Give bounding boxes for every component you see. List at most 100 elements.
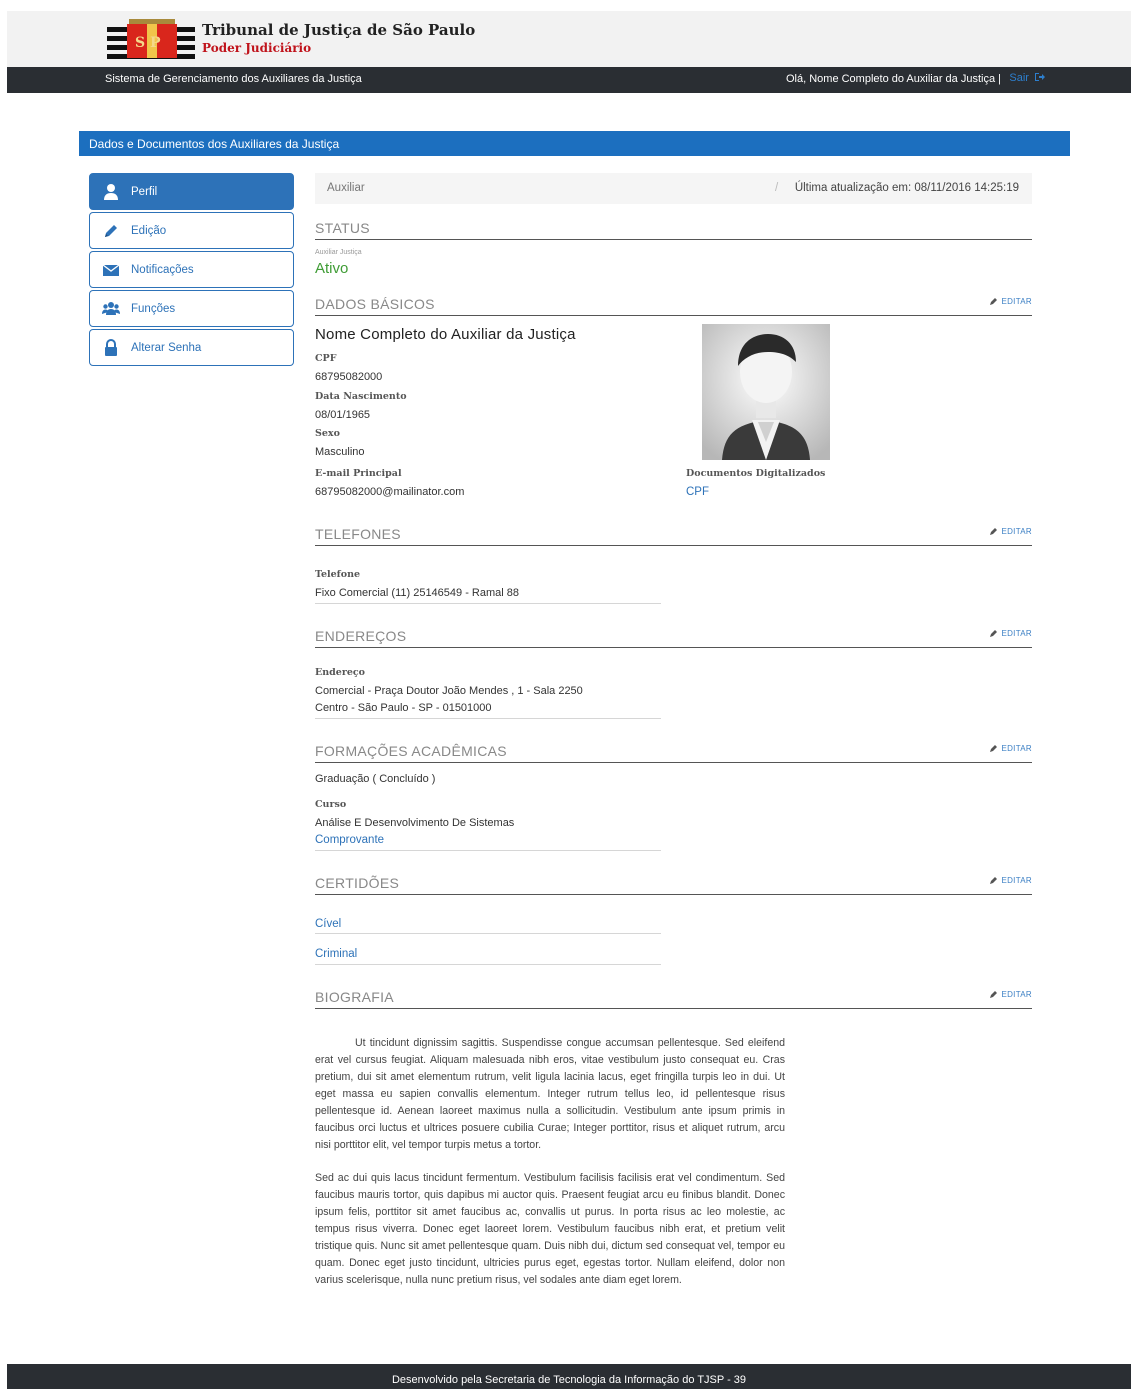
logout-label[interactable]: Sair [1009, 72, 1029, 84]
education-proof-link[interactable]: Comprovante [315, 834, 384, 846]
certificates-section-header: CERTIDÕES EDITAR [315, 873, 1032, 895]
sex-value: Masculino [315, 446, 365, 458]
biography-section-header: BIOGRAFIA EDITAR [315, 987, 1032, 1009]
section-heading: DADOS BÁSICOS [315, 296, 435, 312]
user-greeting: Olá, Nome Completo do Auxiliar da Justiç… [785, 73, 1001, 85]
section-title-bar: Dados e Documentos dos Auxiliares da Jus… [79, 131, 1070, 156]
section-heading: CERTIDÕES [315, 875, 400, 891]
edit-label: EDITAR [1001, 297, 1032, 306]
sidebar-item-label: Perfil [131, 186, 158, 198]
pencil-icon [105, 225, 117, 237]
svg-text:S P: S P [135, 35, 161, 51]
divider [315, 850, 661, 851]
biography-text: Ut tincidunt dignissim sagittis. Suspend… [315, 1035, 785, 1289]
sidebar-item-edicao[interactable]: Edição [89, 212, 294, 249]
breadcrumb-separator: / [775, 182, 779, 194]
site-header: S P Tribunal de Justiça de São Paulo Pod… [7, 11, 1131, 67]
pencil-icon [990, 630, 998, 637]
pencil-icon [990, 991, 998, 998]
address-line-2: Centro - São Paulo - SP - 01501000 [315, 702, 492, 714]
edit-certificates-button[interactable]: EDITAR [990, 876, 1032, 885]
cpf-label: CPF [315, 353, 337, 364]
pencil-icon [990, 298, 998, 305]
divider [315, 603, 661, 604]
cpf-document-link[interactable]: CPF [686, 486, 709, 498]
section-heading: FORMAÇÕES ACADÊMICAS [315, 743, 507, 759]
users-icon [102, 302, 120, 315]
email-value: 68795082000@mailinator.com [315, 486, 465, 498]
top-nav-bar: Sistema de Gerenciamento dos Auxiliares … [7, 67, 1131, 93]
address-line-1: Comercial - Praça Doutor João Mendes , 1… [315, 685, 583, 697]
edit-education-button[interactable]: EDITAR [990, 744, 1032, 753]
sidebar-item-label: Alterar Senha [131, 342, 202, 354]
edit-label: EDITAR [1001, 876, 1032, 885]
section-heading: TELEFONES [315, 526, 401, 542]
site-footer: Desenvolvido pela Secretaria de Tecnolog… [7, 1364, 1131, 1389]
edit-addresses-button[interactable]: EDITAR [990, 629, 1032, 638]
sidebar-item-perfil[interactable]: Perfil [89, 173, 294, 210]
section-heading: ENDEREÇOS [315, 628, 407, 644]
divider [315, 933, 661, 934]
last-updated: Última atualização em: 08/11/2016 14:25:… [794, 182, 1019, 194]
sidebar-item-funcoes[interactable]: Funções [89, 290, 294, 327]
pencil-icon [990, 745, 998, 752]
footer-text: Desenvolvido pela Secretaria de Tecnolog… [391, 1374, 747, 1386]
address-label: Endereço [315, 667, 366, 678]
biography-paragraph: Sed ac dui quis lacus tincidunt fermentu… [315, 1172, 785, 1286]
birth-date-label: Data Nascimento [315, 391, 407, 402]
full-name: Nome Completo do Auxiliar da Justiça [315, 326, 576, 343]
edit-label: EDITAR [1001, 629, 1032, 638]
certificate-civil-link[interactable]: Cível [315, 918, 341, 930]
status-value: Ativo [315, 260, 349, 277]
sidebar-item-alterar-senha[interactable]: Alterar Senha [89, 329, 294, 366]
envelope-icon [102, 264, 120, 276]
system-name: Sistema de Gerenciamento dos Auxiliares … [105, 73, 362, 85]
education-section-header: FORMAÇÕES ACADÊMICAS EDITAR [315, 741, 1032, 763]
phone-value: Fixo Comercial (11) 25146549 - Ramal 88 [315, 587, 519, 599]
edit-label: EDITAR [1001, 527, 1032, 536]
user-icon [104, 184, 118, 200]
edit-biography-button[interactable]: EDITAR [990, 990, 1032, 999]
edit-phones-button[interactable]: EDITAR [990, 527, 1032, 536]
sex-label: Sexo [315, 428, 340, 439]
email-label: E-mail Principal [315, 468, 402, 479]
profile-photo [702, 324, 830, 460]
pencil-icon [990, 877, 998, 884]
birth-date-value: 08/01/1965 [315, 409, 371, 421]
edit-label: EDITAR [1001, 744, 1032, 753]
breadcrumb-current: Auxiliar [327, 182, 365, 194]
logout-link[interactable]: Sair [1009, 72, 1045, 84]
addresses-section-header: ENDEREÇOS EDITAR [315, 626, 1032, 648]
lock-icon [105, 339, 117, 356]
sidebar-item-label: Funções [131, 303, 176, 315]
breadcrumb: Auxiliar / Última atualização em: 08/11/… [315, 173, 1032, 204]
section-title: Dados e Documentos dos Auxiliares da Jus… [89, 137, 340, 151]
section-heading: BIOGRAFIA [315, 989, 394, 1005]
brand-subtitle: Poder Judiciário [202, 41, 312, 55]
tjsp-logo[interactable]: S P [107, 19, 195, 61]
cpf-value: 68795082000 [315, 371, 383, 383]
phones-section-header: TELEFONES EDITAR [315, 524, 1032, 546]
divider [315, 718, 661, 719]
sign-out-icon[interactable] [1034, 72, 1045, 82]
status-label: Auxiliar Justiça [315, 249, 362, 256]
education-level: Graduação ( Concluído ) [315, 773, 436, 785]
sidebar-menu: Perfil Edição Notificações Funções Alter… [89, 173, 294, 368]
course-label: Curso [315, 799, 347, 810]
sidebar-item-notificacoes[interactable]: Notificações [89, 251, 294, 288]
edit-label: EDITAR [1001, 990, 1032, 999]
edit-basic-data-button[interactable]: EDITAR [990, 297, 1032, 306]
sidebar-item-label: Edição [131, 225, 167, 237]
course-value: Análise E Desenvolvimento De Sistemas [315, 817, 515, 829]
sidebar-item-label: Notificações [131, 264, 194, 276]
pencil-icon [990, 528, 998, 535]
status-section-header: STATUS [315, 218, 1032, 240]
documents-label: Documentos Digitalizados [686, 468, 826, 479]
divider [315, 964, 661, 965]
biography-paragraph: Ut tincidunt dignissim sagittis. Suspend… [315, 1037, 785, 1151]
phone-label: Telefone [315, 569, 361, 580]
section-heading: STATUS [315, 220, 370, 236]
brand-title: Tribunal de Justiça de São Paulo [202, 21, 476, 39]
basic-data-section-header: DADOS BÁSICOS EDITAR [315, 294, 1032, 316]
certificate-criminal-link[interactable]: Criminal [315, 948, 357, 960]
